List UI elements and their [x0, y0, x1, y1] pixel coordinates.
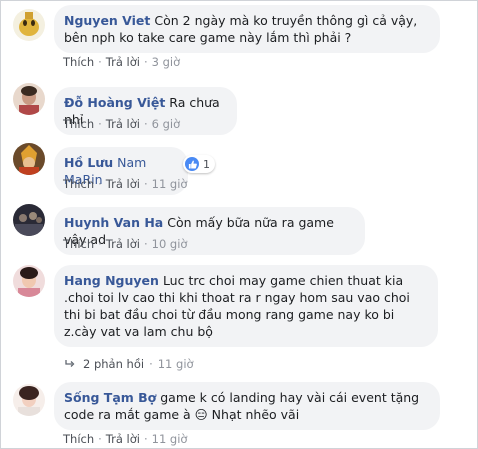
avatar[interactable]: [13, 265, 45, 297]
comment-author[interactable]: Đỗ Hoàng Việt: [64, 95, 165, 110]
avatar[interactable]: [13, 9, 45, 41]
replies-count[interactable]: 2 phản hồi: [83, 357, 144, 371]
thumbs-up-icon: [185, 157, 199, 171]
reply-link[interactable]: Trả lời: [106, 432, 140, 446]
separator: ·: [143, 55, 148, 69]
avatar[interactable]: [13, 384, 45, 416]
separator: ·: [143, 117, 148, 131]
avatar[interactable]: [13, 83, 45, 115]
comments-panel: Nguyen Viet Còn 2 ngày mà ko truyền thông…: [0, 0, 478, 449]
reply-link[interactable]: Trả lời: [106, 55, 140, 69]
comment-time[interactable]: 10 giờ: [152, 237, 188, 251]
like-link[interactable]: Thích: [63, 55, 94, 69]
reply-link[interactable]: Trả lời: [106, 237, 140, 251]
separator: ·: [98, 432, 102, 446]
comment-time[interactable]: 11 giờ: [152, 177, 188, 191]
comment-actions: Thích · Trả lời · 10 giờ: [63, 237, 187, 251]
comment-author[interactable]: Sống Tạm Bợ: [64, 390, 156, 405]
like-link[interactable]: Thích: [63, 237, 94, 251]
reply-link[interactable]: Trả lời: [106, 117, 140, 131]
avatar[interactable]: [13, 143, 45, 175]
comment-actions: Thích · Trả lời · 11 giờ: [63, 177, 187, 191]
separator: ·: [98, 117, 102, 131]
comment-time[interactable]: 6 giờ: [152, 117, 181, 131]
comment-time[interactable]: 3 giờ: [152, 55, 181, 69]
comment-bubble: Nguyen Viet Còn 2 ngày mà ko truyền thông…: [54, 5, 440, 53]
comment-actions: Thích · Trả lời · 3 giờ: [63, 55, 180, 69]
reaction-count: 1: [203, 157, 210, 171]
reply-arrow-icon: [65, 357, 75, 371]
separator: ·: [98, 177, 102, 191]
separator: ·: [143, 237, 148, 251]
comment-author[interactable]: Huynh Van Ha: [64, 215, 163, 230]
comment-author[interactable]: Hang Nguyen: [64, 273, 159, 288]
comment-author[interactable]: Hồ Lưu: [64, 155, 113, 170]
avatar[interactable]: [13, 204, 45, 236]
comment-bubble: Sống Tạm Bợ game k có landing hay vài cái…: [54, 382, 440, 430]
reply-link[interactable]: Trả lời: [106, 177, 140, 191]
like-link[interactable]: Thích: [63, 177, 94, 191]
separator: ·: [98, 55, 102, 69]
comment-actions: Thích · Trả lời · 11 giờ: [63, 432, 187, 446]
comment-author[interactable]: Nguyen Viet: [64, 13, 150, 28]
comment-bubble: Hang Nguyen Luc trc choi may game chien t…: [54, 265, 438, 347]
comment-actions: Thích · Trả lời · 6 giờ: [63, 117, 180, 131]
separator: ·: [98, 237, 102, 251]
comment-time[interactable]: 11 giờ: [152, 432, 188, 446]
reaction-badge[interactable]: 1: [183, 155, 215, 173]
replies-time: 11 giờ: [157, 357, 194, 371]
like-link[interactable]: Thích: [63, 117, 94, 131]
like-link[interactable]: Thích: [63, 432, 94, 446]
separator: ·: [149, 357, 153, 371]
separator: ·: [143, 432, 148, 446]
separator: ·: [143, 177, 148, 191]
view-replies[interactable]: 2 phản hồi · 11 giờ: [65, 357, 194, 371]
